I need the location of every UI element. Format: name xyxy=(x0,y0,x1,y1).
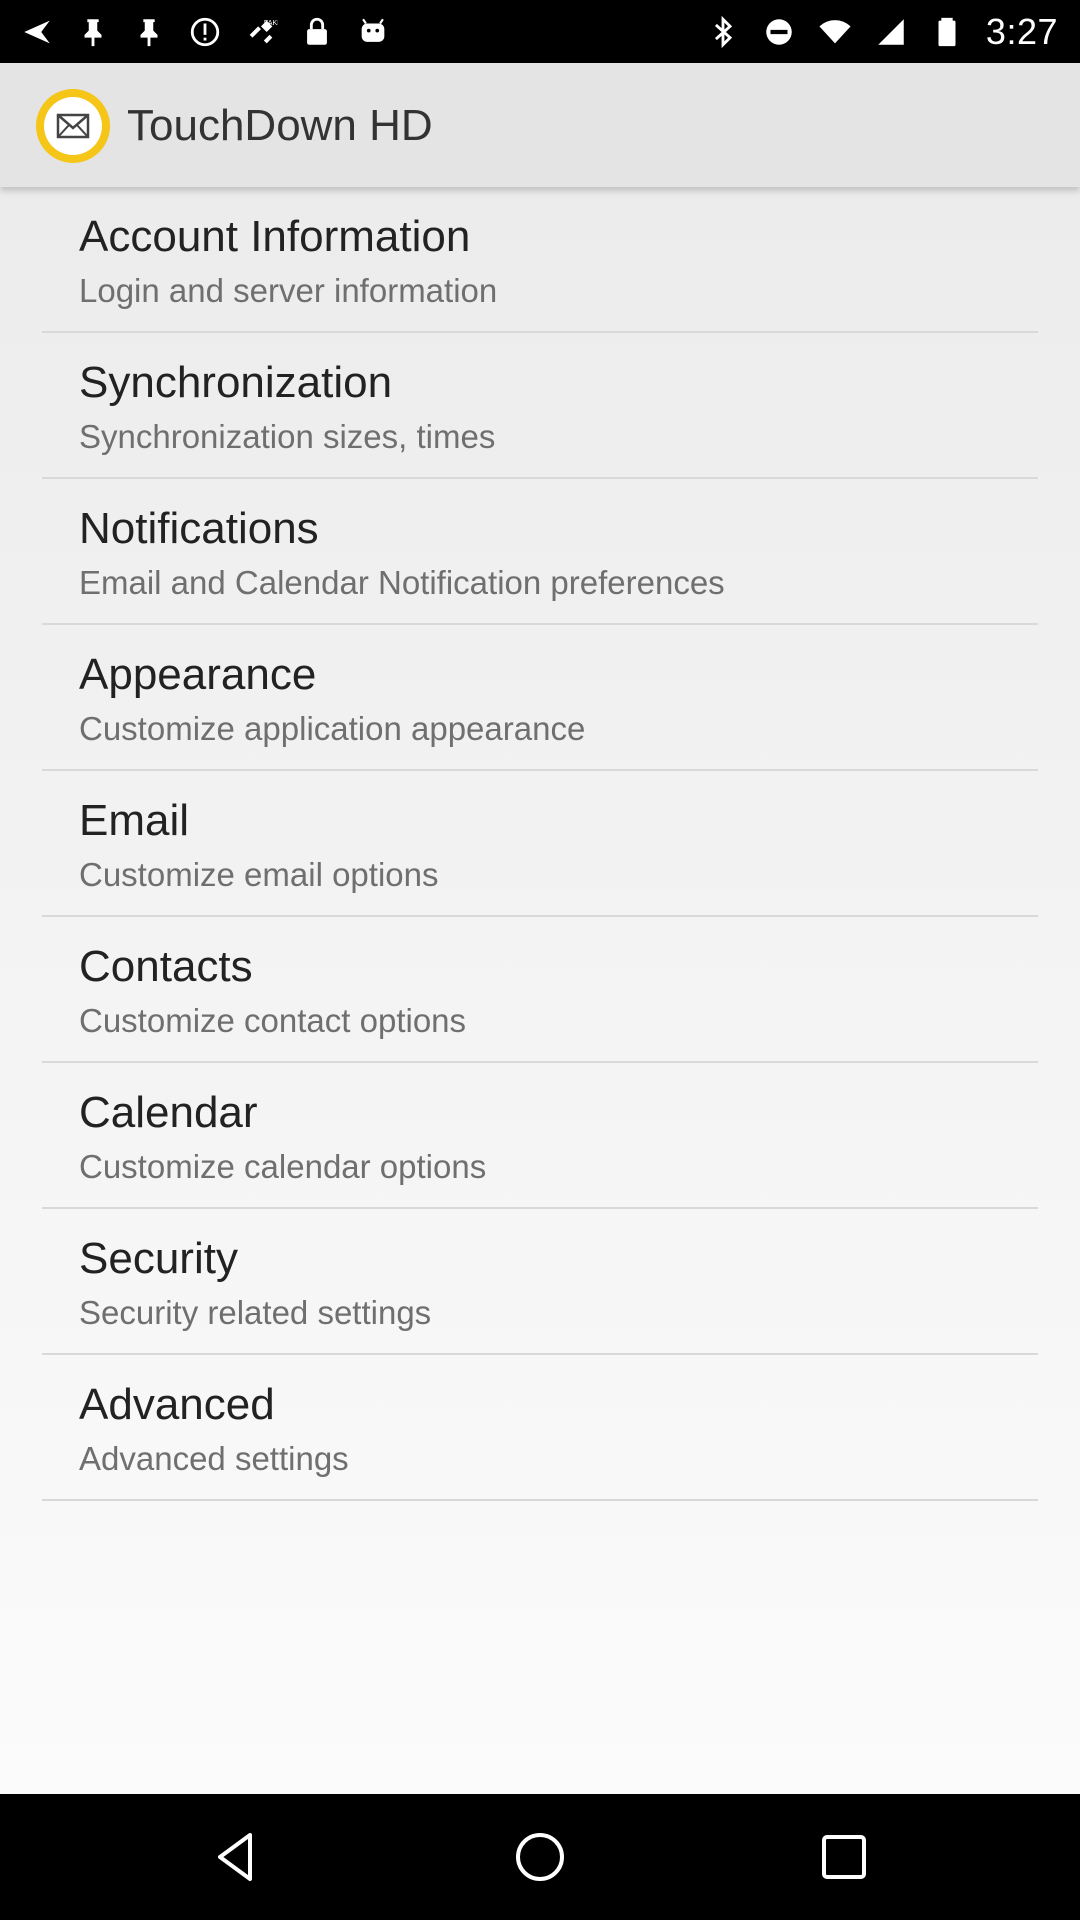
settings-item-calendar[interactable]: Calendar Customize calendar options xyxy=(0,1063,1080,1209)
settings-item-title: Account Information xyxy=(79,212,471,261)
settings-item-title: Advanced xyxy=(79,1380,275,1429)
settings-item-title: Security xyxy=(79,1234,238,1283)
pin-icon xyxy=(76,15,110,49)
settings-item-summary: Login and server information xyxy=(79,272,498,309)
settings-item-title: Appearance xyxy=(79,650,317,699)
cell-signal-icon xyxy=(874,15,908,49)
divider xyxy=(42,1499,1038,1501)
settings-item-contacts[interactable]: Contacts Customize contact options xyxy=(0,917,1080,1063)
navigation-bar xyxy=(0,1794,1080,1920)
settings-item-account-information[interactable]: Account Information Login and server inf… xyxy=(0,187,1080,333)
settings-item-summary: Synchronization sizes, times xyxy=(79,418,496,455)
app-title: TouchDown HD xyxy=(127,101,433,150)
settings-item-summary: Customize email options xyxy=(79,856,439,893)
status-left-icons: FAKE xyxy=(20,8,390,55)
svg-text:FAKE: FAKE xyxy=(264,18,278,26)
settings-item-title: Synchronization xyxy=(79,358,393,407)
battery-icon xyxy=(930,15,964,49)
settings-item-email[interactable]: Email Customize email options xyxy=(0,771,1080,917)
settings-item-summary: Customize calendar options xyxy=(79,1148,487,1185)
settings-item-security[interactable]: Security Security related settings xyxy=(0,1209,1080,1355)
settings-item-advanced[interactable]: Advanced Advanced settings xyxy=(0,1355,1080,1501)
touchdown-mail-logo-icon xyxy=(34,87,112,165)
recents-icon[interactable] xyxy=(814,1827,874,1887)
settings-item-summary: Advanced settings xyxy=(79,1440,349,1477)
back-icon[interactable] xyxy=(206,1827,266,1887)
settings-item-title: Contacts xyxy=(79,942,253,991)
settings-item-summary: Customize application appearance xyxy=(79,710,586,747)
wifi-icon xyxy=(818,15,852,49)
pin-icon xyxy=(132,15,166,49)
settings-item-summary: Customize contact options xyxy=(79,1002,467,1039)
status-clock: 3:27 xyxy=(985,10,1058,52)
home-icon[interactable] xyxy=(510,1827,570,1887)
android-icon xyxy=(356,15,390,49)
settings-item-summary: Security related settings xyxy=(79,1294,432,1331)
do-not-disturb-icon xyxy=(762,15,796,49)
app-bar: TouchDown HD xyxy=(0,63,1080,187)
settings-item-notifications[interactable]: Notifications Email and Calendar Notific… xyxy=(0,479,1080,625)
bluetooth-icon xyxy=(706,15,740,49)
settings-item-title: Email xyxy=(79,796,190,845)
settings-item-appearance[interactable]: Appearance Customize application appeara… xyxy=(0,625,1080,771)
alert-circle-icon xyxy=(188,15,222,49)
settings-item-title: Calendar xyxy=(79,1088,258,1137)
settings-item-title: Notifications xyxy=(79,504,319,553)
fake-gps-icon: FAKE xyxy=(244,15,278,49)
settings-item-synchronization[interactable]: Synchronization Synchronization sizes, t… xyxy=(0,333,1080,479)
status-bar: FAKE 3:27 xyxy=(0,0,1080,63)
lock-icon xyxy=(300,15,334,49)
navigation-arrow-icon xyxy=(20,15,54,49)
settings-list: Account Information Login and server inf… xyxy=(0,187,1080,1794)
settings-item-summary: Email and Calendar Notification preferen… xyxy=(79,564,725,601)
status-right-icons: 3:27 xyxy=(706,8,1058,55)
